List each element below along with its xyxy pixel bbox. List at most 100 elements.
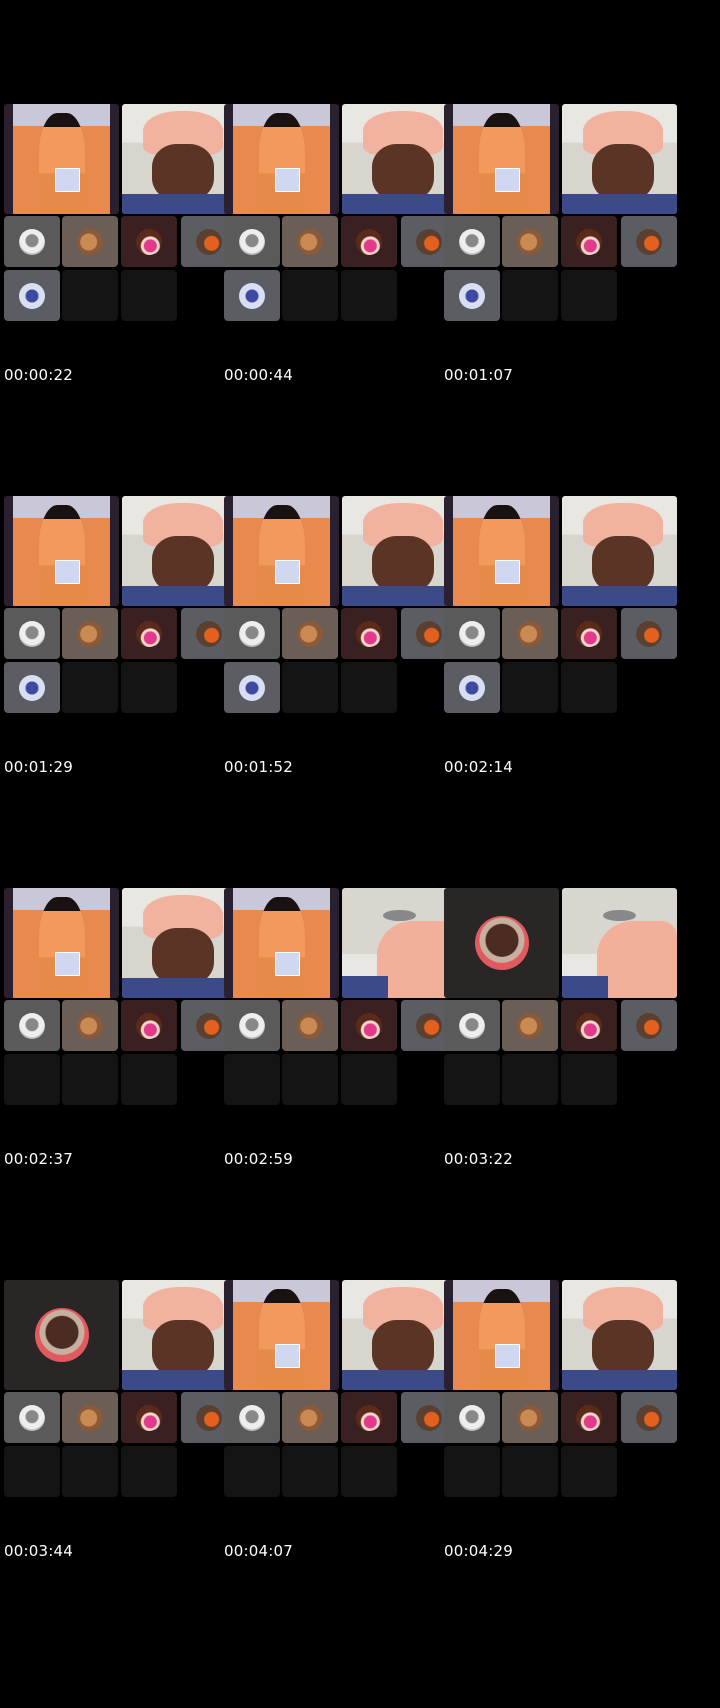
participant-tile[interactable] [502, 608, 558, 659]
face [591, 1319, 654, 1377]
participant-avatar-icon [136, 620, 162, 647]
participant-tile[interactable] [4, 1000, 60, 1051]
participant-tile[interactable] [561, 1392, 617, 1443]
participant-video-tile[interactable] [444, 1280, 559, 1390]
participant-avatar-icon [459, 674, 485, 701]
participant-avatar-icon [239, 1012, 265, 1039]
face [371, 535, 434, 593]
participant-video-tile[interactable] [562, 1280, 677, 1390]
empty-tile [444, 1054, 500, 1105]
participant-video-tile[interactable] [224, 104, 339, 214]
participant-tile[interactable] [224, 1392, 280, 1443]
participant-avatar-icon [19, 674, 45, 701]
participant-tile[interactable] [62, 608, 118, 659]
participant-tile[interactable] [121, 608, 177, 659]
participant-tile[interactable] [444, 608, 500, 659]
frame-cell: 00:03:44 [0, 1176, 237, 1603]
participant-tile[interactable] [282, 1000, 338, 1051]
participant-video-tile[interactable] [224, 1280, 339, 1390]
participant-tile[interactable] [341, 1392, 397, 1443]
participant-tile[interactable] [62, 1392, 118, 1443]
video-call-grid [4, 496, 237, 714]
participant-tile[interactable] [444, 1392, 500, 1443]
video-call-grid [224, 104, 457, 322]
person-figure [478, 1288, 525, 1390]
participant-tile[interactable] [121, 1392, 177, 1443]
participant-tile[interactable] [444, 270, 500, 321]
participant-tile[interactable] [502, 1000, 558, 1051]
participant-tile[interactable] [561, 608, 617, 659]
empty-tile [121, 270, 177, 321]
person-figure [258, 896, 305, 998]
participant-tile[interactable] [224, 270, 280, 321]
participant-tile[interactable] [561, 216, 617, 267]
participant-avatar-icon [517, 228, 543, 255]
participant-avatar-icon [19, 620, 45, 647]
frame-cell: 00:04:29 [440, 1176, 677, 1603]
face [151, 1319, 214, 1377]
participant-tile[interactable] [4, 662, 60, 713]
participant-tile[interactable] [444, 216, 500, 267]
empty-tile [341, 662, 397, 713]
participant-tile[interactable] [341, 608, 397, 659]
participant-avatar-icon [196, 1012, 222, 1039]
participant-video-tile[interactable] [224, 496, 339, 606]
participant-tile[interactable] [444, 1000, 500, 1051]
participant-tile[interactable] [4, 270, 60, 321]
empty-tile [4, 1446, 60, 1497]
participant-video-tile[interactable] [4, 888, 119, 998]
participant-tile[interactable] [224, 662, 280, 713]
participant-tile[interactable] [621, 1392, 677, 1443]
video-call-grid [224, 888, 457, 1106]
participant-tile[interactable] [121, 1000, 177, 1051]
participant-tile[interactable] [502, 1392, 558, 1443]
frame-cell: 00:00:22 [0, 0, 237, 427]
participant-tile[interactable] [4, 1392, 60, 1443]
participant-tile[interactable] [282, 1392, 338, 1443]
participant-tile[interactable] [502, 216, 558, 267]
participant-avatar-icon [77, 228, 103, 255]
participant-video-tile[interactable] [4, 496, 119, 606]
participant-tile[interactable] [121, 216, 177, 267]
participant-tile[interactable] [621, 1000, 677, 1051]
empty-tile [561, 1446, 617, 1497]
person-figure [478, 504, 525, 606]
participant-tile[interactable] [4, 216, 60, 267]
participant-tile[interactable] [561, 1000, 617, 1051]
participant-tile[interactable] [621, 608, 677, 659]
frame-cell: 00:02:59 [220, 784, 457, 1211]
participant-tile[interactable] [224, 608, 280, 659]
participant-video-tile[interactable] [4, 104, 119, 214]
empty-tile [62, 1446, 118, 1497]
participant-video-tile[interactable] [444, 496, 559, 606]
participant-tile[interactable] [4, 608, 60, 659]
participant-video-tile[interactable] [224, 888, 339, 998]
participant-tile[interactable] [282, 216, 338, 267]
face [151, 535, 214, 593]
participant-tile[interactable] [282, 608, 338, 659]
participant-tile[interactable] [224, 216, 280, 267]
participant-video-tile[interactable] [444, 104, 559, 214]
participant-tile[interactable] [444, 662, 500, 713]
participant-tile[interactable] [341, 1000, 397, 1051]
participant-tile[interactable] [62, 1000, 118, 1051]
contact-sheet: 00:00:22 00:00:44 00:01:07 00:01:29 00:01:52… [0, 0, 720, 1708]
empty-tile [121, 1446, 177, 1497]
participant-tile[interactable] [62, 216, 118, 267]
handbag [54, 167, 80, 192]
participant-video-tile[interactable] [562, 104, 677, 214]
participant-video-tile[interactable] [4, 1280, 119, 1390]
participant-avatar-icon [136, 228, 162, 255]
participant-avatar-icon [196, 1404, 222, 1431]
participant-tile[interactable] [621, 216, 677, 267]
video-call-grid [444, 496, 677, 714]
empty-tile [502, 662, 558, 713]
frame-timestamp: 00:00:44 [224, 366, 293, 384]
participant-video-tile[interactable] [562, 496, 677, 606]
participant-video-tile[interactable] [444, 888, 559, 998]
participant-avatar-icon [239, 228, 265, 255]
participant-video-tile[interactable] [562, 888, 677, 998]
participant-tile[interactable] [224, 1000, 280, 1051]
participant-avatar-icon [77, 620, 103, 647]
participant-tile[interactable] [341, 216, 397, 267]
